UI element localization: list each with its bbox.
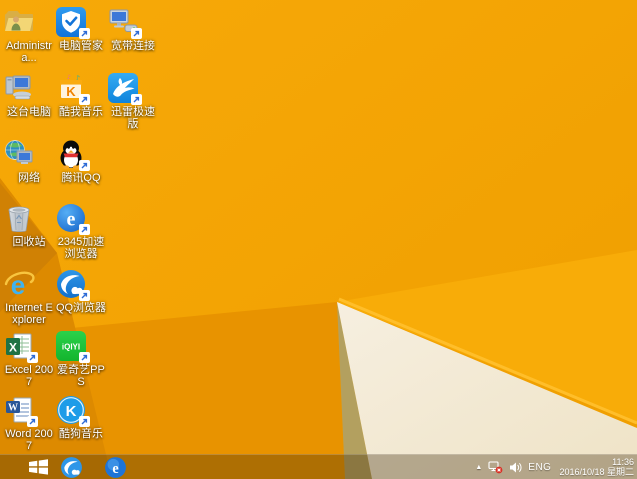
taskbar-qq-browser[interactable] bbox=[54, 455, 88, 479]
volume-icon[interactable] bbox=[509, 462, 522, 473]
e-globe-icon: e bbox=[55, 202, 107, 235]
hidden-icons-button[interactable]: ▲ bbox=[475, 464, 482, 471]
desktop-icon-network[interactable]: 网络 bbox=[3, 138, 55, 184]
start-button[interactable] bbox=[22, 455, 54, 479]
shortcut-arrow-icon bbox=[131, 28, 142, 39]
svg-text:K: K bbox=[66, 403, 77, 420]
desktop-icon-kugou[interactable]: K 酷狗音乐 bbox=[55, 394, 107, 440]
icon-label: Word 2007 bbox=[5, 428, 53, 452]
qq-browser-icon bbox=[60, 456, 82, 478]
penguin-icon bbox=[55, 138, 107, 171]
network-status-icon[interactable] bbox=[488, 460, 503, 474]
e-globe-icon: e bbox=[104, 456, 126, 478]
shortcut-arrow-icon bbox=[79, 290, 90, 301]
svg-text:W: W bbox=[8, 403, 18, 414]
desktop-icon-word[interactable]: W Word 2007 bbox=[3, 394, 55, 452]
broadband-icon bbox=[107, 6, 159, 39]
desktop-icon-qq-browser[interactable]: QQ浏览器 bbox=[55, 268, 107, 314]
icon-label: Administra... bbox=[6, 40, 52, 64]
excel-icon: X bbox=[3, 330, 55, 363]
desktop-icon-iqiyi[interactable]: iQIYI 爱奇艺PPS bbox=[55, 330, 107, 388]
shield-icon bbox=[55, 6, 107, 39]
language-indicator[interactable]: ENG bbox=[528, 462, 551, 473]
desktop-icon-broadband[interactable]: 宽带连接 bbox=[107, 6, 159, 52]
computer-icon bbox=[3, 72, 55, 104]
desktop-icon-pc-manager[interactable]: 电脑管家 bbox=[55, 6, 107, 52]
shortcut-arrow-icon bbox=[79, 352, 90, 363]
shortcut-arrow-icon bbox=[79, 160, 90, 171]
desktop-icon-excel[interactable]: X Excel 2007 bbox=[3, 330, 55, 388]
taskbar: e ▲ ENG 11:36 2016/10/18 星期二 bbox=[0, 454, 637, 479]
svg-text:e: e bbox=[67, 209, 76, 231]
bird-icon bbox=[107, 72, 159, 105]
desktop-icon-this-pc[interactable]: 这台电脑 bbox=[3, 72, 55, 118]
kugou-icon: K bbox=[55, 394, 107, 427]
icon-label: 酷狗音乐 bbox=[59, 428, 103, 440]
svg-text:e: e bbox=[112, 460, 118, 476]
desktop-icon-kuwo-music[interactable]: ♪ ♪ K 酷我音乐 bbox=[55, 72, 107, 118]
music-box-icon: ♪ ♪ K bbox=[55, 72, 107, 105]
tray-time: 11:36 bbox=[612, 457, 634, 467]
system-tray: ▲ ENG 11:36 2016/10/18 星期二 bbox=[475, 455, 634, 479]
icon-label: 电脑管家 bbox=[59, 40, 103, 52]
qq-browser-icon bbox=[55, 268, 107, 301]
svg-text:iQIYI: iQIYI bbox=[62, 343, 80, 352]
icon-label: QQ浏览器 bbox=[55, 302, 107, 314]
shortcut-arrow-icon bbox=[27, 416, 38, 427]
shortcut-arrow-icon bbox=[27, 352, 38, 363]
svg-text:K: K bbox=[66, 84, 76, 99]
user-folder-icon bbox=[3, 6, 55, 38]
icon-label: 爱奇艺PPS bbox=[57, 364, 105, 388]
windows-logo-icon bbox=[28, 459, 48, 475]
recycle-bin-icon bbox=[3, 202, 55, 234]
desktop-icon-recycle-bin[interactable]: 回收站 bbox=[3, 202, 55, 248]
icon-label: 迅雷极速版 bbox=[111, 106, 155, 130]
word-icon: W bbox=[3, 394, 55, 427]
shortcut-arrow-icon bbox=[79, 416, 90, 427]
icon-label: 网络 bbox=[18, 172, 40, 184]
icon-label: 宽带连接 bbox=[111, 40, 155, 52]
taskbar-2345-browser[interactable]: e bbox=[98, 455, 132, 479]
desktop-icon-qq[interactable]: 腾讯QQ bbox=[55, 138, 107, 184]
icon-label: 腾讯QQ bbox=[61, 172, 101, 184]
shortcut-arrow-icon bbox=[79, 94, 90, 105]
svg-text:X: X bbox=[9, 341, 17, 355]
shortcut-arrow-icon bbox=[79, 28, 90, 39]
icon-label: Internet Explorer bbox=[5, 302, 53, 326]
svg-text:♪: ♪ bbox=[67, 74, 71, 81]
globe-computer-icon bbox=[3, 138, 55, 170]
shortcut-arrow-icon bbox=[79, 224, 90, 235]
icon-label: Excel 2007 bbox=[4, 364, 54, 388]
icon-label: 酷我音乐 bbox=[59, 106, 103, 118]
desktop-icon-administrator[interactable]: Administra... bbox=[3, 6, 55, 64]
clock[interactable]: 11:36 2016/10/18 星期二 bbox=[557, 457, 634, 477]
tray-date: 2016/10/18 星期二 bbox=[559, 467, 634, 477]
ie-icon: e bbox=[3, 268, 55, 300]
desktop-icon-thunder[interactable]: 迅雷极速版 bbox=[107, 72, 159, 130]
icon-label: 2345加速浏览器 bbox=[57, 236, 105, 260]
shortcut-arrow-icon bbox=[131, 94, 142, 105]
iqiyi-icon: iQIYI bbox=[55, 330, 107, 363]
icon-label: 这台电脑 bbox=[7, 106, 51, 118]
desktop-icon-2345-browser[interactable]: e 2345加速浏览器 bbox=[55, 202, 107, 260]
desktop-icon-internet-explorer[interactable]: e Internet Explorer bbox=[3, 268, 55, 326]
icon-label: 回收站 bbox=[12, 236, 46, 248]
